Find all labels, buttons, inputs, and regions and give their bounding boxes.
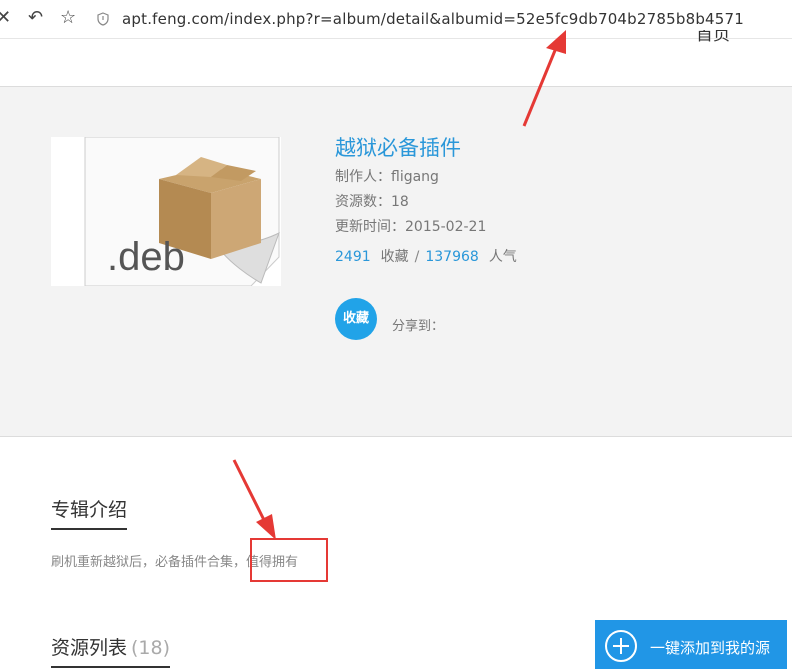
album-cover-image: .deb [51, 137, 281, 286]
album-stats: 2491 收藏 / 137968 人气 [335, 246, 517, 266]
album-resource-count: 资源数：18 [335, 194, 409, 210]
url-text[interactable]: apt.feng.com/index.php?r=album/detail&al… [122, 10, 744, 28]
album-title[interactable]: 越狱必备插件 [335, 132, 461, 162]
intro-text-prefix: 刷机重新越狱后，必备插件合集， [51, 555, 247, 570]
resources-heading: 资源列表 (18) [51, 633, 171, 668]
shield-icon [97, 12, 109, 26]
album-author: 制作人：fligang [335, 169, 439, 185]
star-icon[interactable]: ☆ [60, 6, 76, 30]
add-to-my-source-button[interactable]: 一键添加到我的源 [595, 620, 787, 669]
annotation-arrow-text [232, 459, 276, 540]
share-label: 分享到： [392, 319, 445, 334]
cover-deb-label: .deb [107, 235, 185, 279]
popularity-label: 人气 [488, 249, 517, 265]
stats-separator: / [414, 249, 420, 265]
browser-toolbar: ✕ ↶ ☆ apt.feng.com/index.php?r=album/det… [0, 0, 792, 39]
popularity-count: 137968 [425, 249, 479, 265]
favorites-label: 收藏 [380, 249, 409, 265]
favorite-button[interactable]: 收藏 [335, 298, 377, 340]
close-icon[interactable]: ✕ [0, 6, 11, 30]
plus-icon [605, 630, 637, 662]
back-icon[interactable]: ↶ [28, 6, 43, 30]
intro-heading: 专辑介绍 [51, 495, 128, 530]
annotation-highlight-box [250, 538, 328, 582]
resources-heading-label: 资源列表 [51, 637, 128, 659]
resources-count: (18) [131, 637, 171, 659]
add-to-my-source-label: 一键添加到我的源 [650, 639, 771, 657]
favorites-count: 2491 [335, 249, 371, 265]
nav-home-link[interactable]: 首页 [696, 30, 730, 46]
album-updated-time: 更新时间：2015-02-21 [335, 219, 487, 235]
